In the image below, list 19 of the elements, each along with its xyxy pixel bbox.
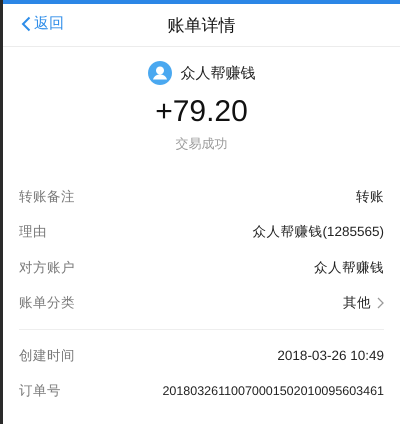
detail-label: 对方账户 — [19, 258, 75, 277]
amount: +79.20 — [155, 95, 248, 129]
detail-value: 20180326110070001502010095603461 — [162, 384, 384, 398]
payee-name: 众人帮赚钱 — [180, 64, 256, 82]
back-chevron-icon — [21, 16, 31, 32]
detail-label: 账单分类 — [19, 294, 75, 312]
detail-value: 众人帮赚钱(1285565) — [252, 223, 384, 242]
chevron-right-icon — [377, 297, 384, 310]
detail-label: 理由 — [19, 223, 47, 242]
detail-label: 创建时间 — [19, 346, 75, 365]
transaction-status: 交易成功 — [176, 136, 228, 153]
user-avatar-icon — [148, 61, 172, 85]
category-link[interactable]: 其他 — [343, 294, 384, 312]
detail-value: 转账 — [356, 188, 384, 206]
detail-value: 众人帮赚钱 — [314, 258, 384, 277]
detail-label: 订单号 — [19, 382, 61, 400]
page-title: 账单详情 — [168, 14, 236, 36]
detail-label: 转账备注 — [19, 188, 75, 206]
detail-value: 2018-03-26 10:49 — [277, 348, 384, 364]
